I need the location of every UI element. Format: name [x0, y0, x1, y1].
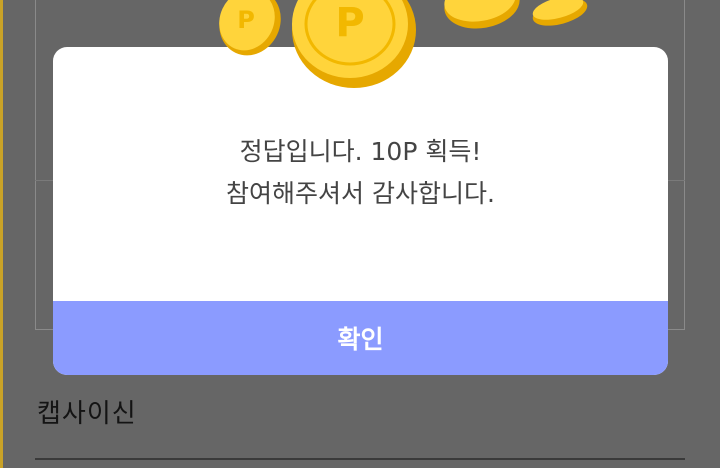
result-dialog: 정답입니다. 10P 획득! 참여해주셔서 감사합니다. 확인 [53, 47, 668, 375]
dialog-message: 정답입니다. 10P 획득! 참여해주셔서 감사합니다. [53, 131, 668, 215]
confirm-button[interactable]: 확인 [53, 301, 668, 375]
left-accent-bar [0, 0, 3, 468]
background-item-label: 캡사이신 [37, 399, 137, 429]
dialog-message-line2: 참여해주셔서 감사합니다. [226, 179, 495, 208]
background-divider-bottom [35, 458, 685, 460]
dialog-message-line1: 정답입니다. 10P 획득! [239, 137, 482, 166]
